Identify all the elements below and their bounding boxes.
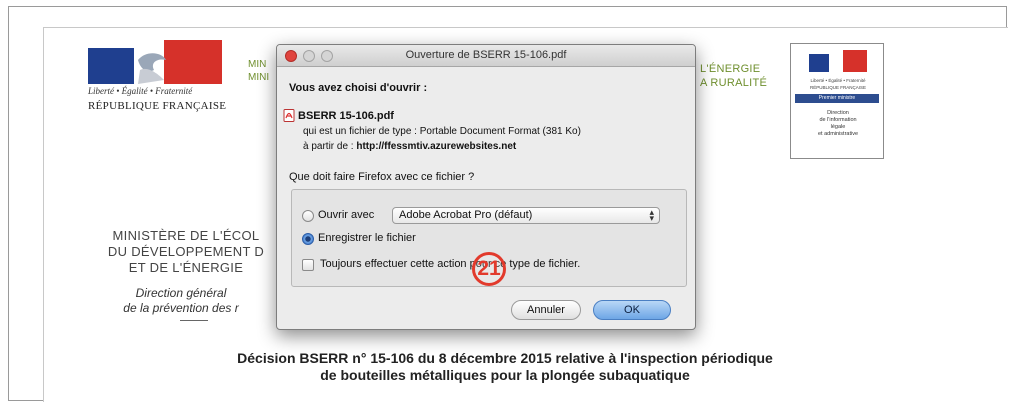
ministry-name: MINISTÈRE DE L'ÉCOL DU DÉVELOPPEMENT D E… xyxy=(96,228,276,276)
file-source-url: http://ffessmtiv.azurewebsites.net xyxy=(356,141,517,152)
logo-motto: Liberté • Égalité • Fraternité xyxy=(810,78,866,83)
direction-name: Direction général de la prévention des r xyxy=(86,286,276,316)
logo-republic: RÉPUBLIQUE FRANÇAISE xyxy=(809,85,866,90)
logo-direction-line: légale xyxy=(830,124,846,130)
decision-title-line: Décision BSERR n° 15-106 du 8 décembre 2… xyxy=(237,350,773,366)
header-ministry-line: MINI xyxy=(248,72,270,83)
save-file-radio[interactable] xyxy=(302,233,314,245)
save-file-label[interactable]: Enregistrer le fichier xyxy=(318,232,416,244)
header-ministry-line: MIN xyxy=(248,59,267,70)
file-type: qui est un fichier de type : Portable Do… xyxy=(303,126,581,137)
header-right-text: L'ÉNERGIE A RURALITÉ xyxy=(700,62,767,90)
dialog-titlebar[interactable]: Ouverture de BSERR 15-106.pdf xyxy=(277,45,695,67)
ministry-line: ET DE L'ÉNERGIE xyxy=(128,260,244,275)
republic-motto: Liberté • Égalité • Fraternité xyxy=(88,86,193,96)
dialog-heading: Vous avez choisi d'ouvrir : xyxy=(289,82,428,94)
logo-direction-line: Direction xyxy=(827,110,849,116)
pdf-file-icon xyxy=(283,109,295,122)
ministry-line: DU DÉVELOPPEMENT D xyxy=(107,244,265,259)
ministry-line: MINISTÈRE DE L'ÉCOL xyxy=(112,228,260,243)
always-do-checkbox[interactable] xyxy=(302,259,314,271)
action-options: Ouvrir avec Adobe Acrobat Pro (défaut) ▴… xyxy=(291,189,687,287)
always-do-label[interactable]: Toujours effectuer cette action pour ce … xyxy=(320,258,580,270)
logo-direction-line: et administrative xyxy=(817,131,859,137)
step-number-badge: 21 xyxy=(472,252,506,286)
dila-logo-box: Liberté • Égalité • Fraternité RÉPUBLIQU… xyxy=(790,43,884,159)
header-right-line: A RURALITÉ xyxy=(700,77,768,89)
decision-title-line: de bouteilles métalliques pour la plongé… xyxy=(320,367,690,383)
cancel-button[interactable]: Annuler xyxy=(511,300,581,320)
file-source: à partir de : http://ffessmtiv.azurewebs… xyxy=(303,141,516,152)
file-source-label: à partir de : xyxy=(303,141,357,152)
open-with-value: Adobe Acrobat Pro (défaut) xyxy=(399,209,533,221)
logo-band: Premier ministre xyxy=(795,94,879,103)
updown-arrows-icon: ▴ ▾ xyxy=(649,207,654,223)
dialog-title: Ouverture de BSERR 15-106.pdf xyxy=(405,49,567,61)
file-row: BSERR 15-106.pdf xyxy=(283,109,394,122)
logo-direction-line: de l'information xyxy=(819,117,857,123)
direction-line: de la prévention des r xyxy=(123,301,239,315)
dialog-body: Vous avez choisi d'ouvrir : BSERR 15-106… xyxy=(277,67,695,329)
separator xyxy=(180,320,208,321)
republic-logo-small xyxy=(809,50,867,72)
header-right-line: L'ÉNERGIE xyxy=(700,63,761,75)
marianne-logo xyxy=(88,40,228,90)
decision-title: Décision BSERR n° 15-106 du 8 décembre 2… xyxy=(110,350,900,384)
dialog-question: Que doit faire Firefox avec ce fichier ? xyxy=(289,171,475,183)
open-with-label[interactable]: Ouvrir avec xyxy=(318,209,374,221)
logo-direction: Direction de l'information légale et adm… xyxy=(797,110,879,138)
file-name: BSERR 15-106.pdf xyxy=(298,109,394,122)
open-with-radio[interactable] xyxy=(302,210,314,222)
ok-button[interactable]: OK xyxy=(593,300,671,320)
header-ministry-text: MIN MINI xyxy=(248,58,269,84)
open-file-dialog: Ouverture de BSERR 15-106.pdf Vous avez … xyxy=(276,44,696,330)
direction-line: Direction général xyxy=(135,286,227,300)
open-with-select[interactable]: Adobe Acrobat Pro (défaut) ▴ ▾ xyxy=(392,207,660,224)
republic-name: RÉPUBLIQUE FRANÇAISE xyxy=(88,100,227,112)
